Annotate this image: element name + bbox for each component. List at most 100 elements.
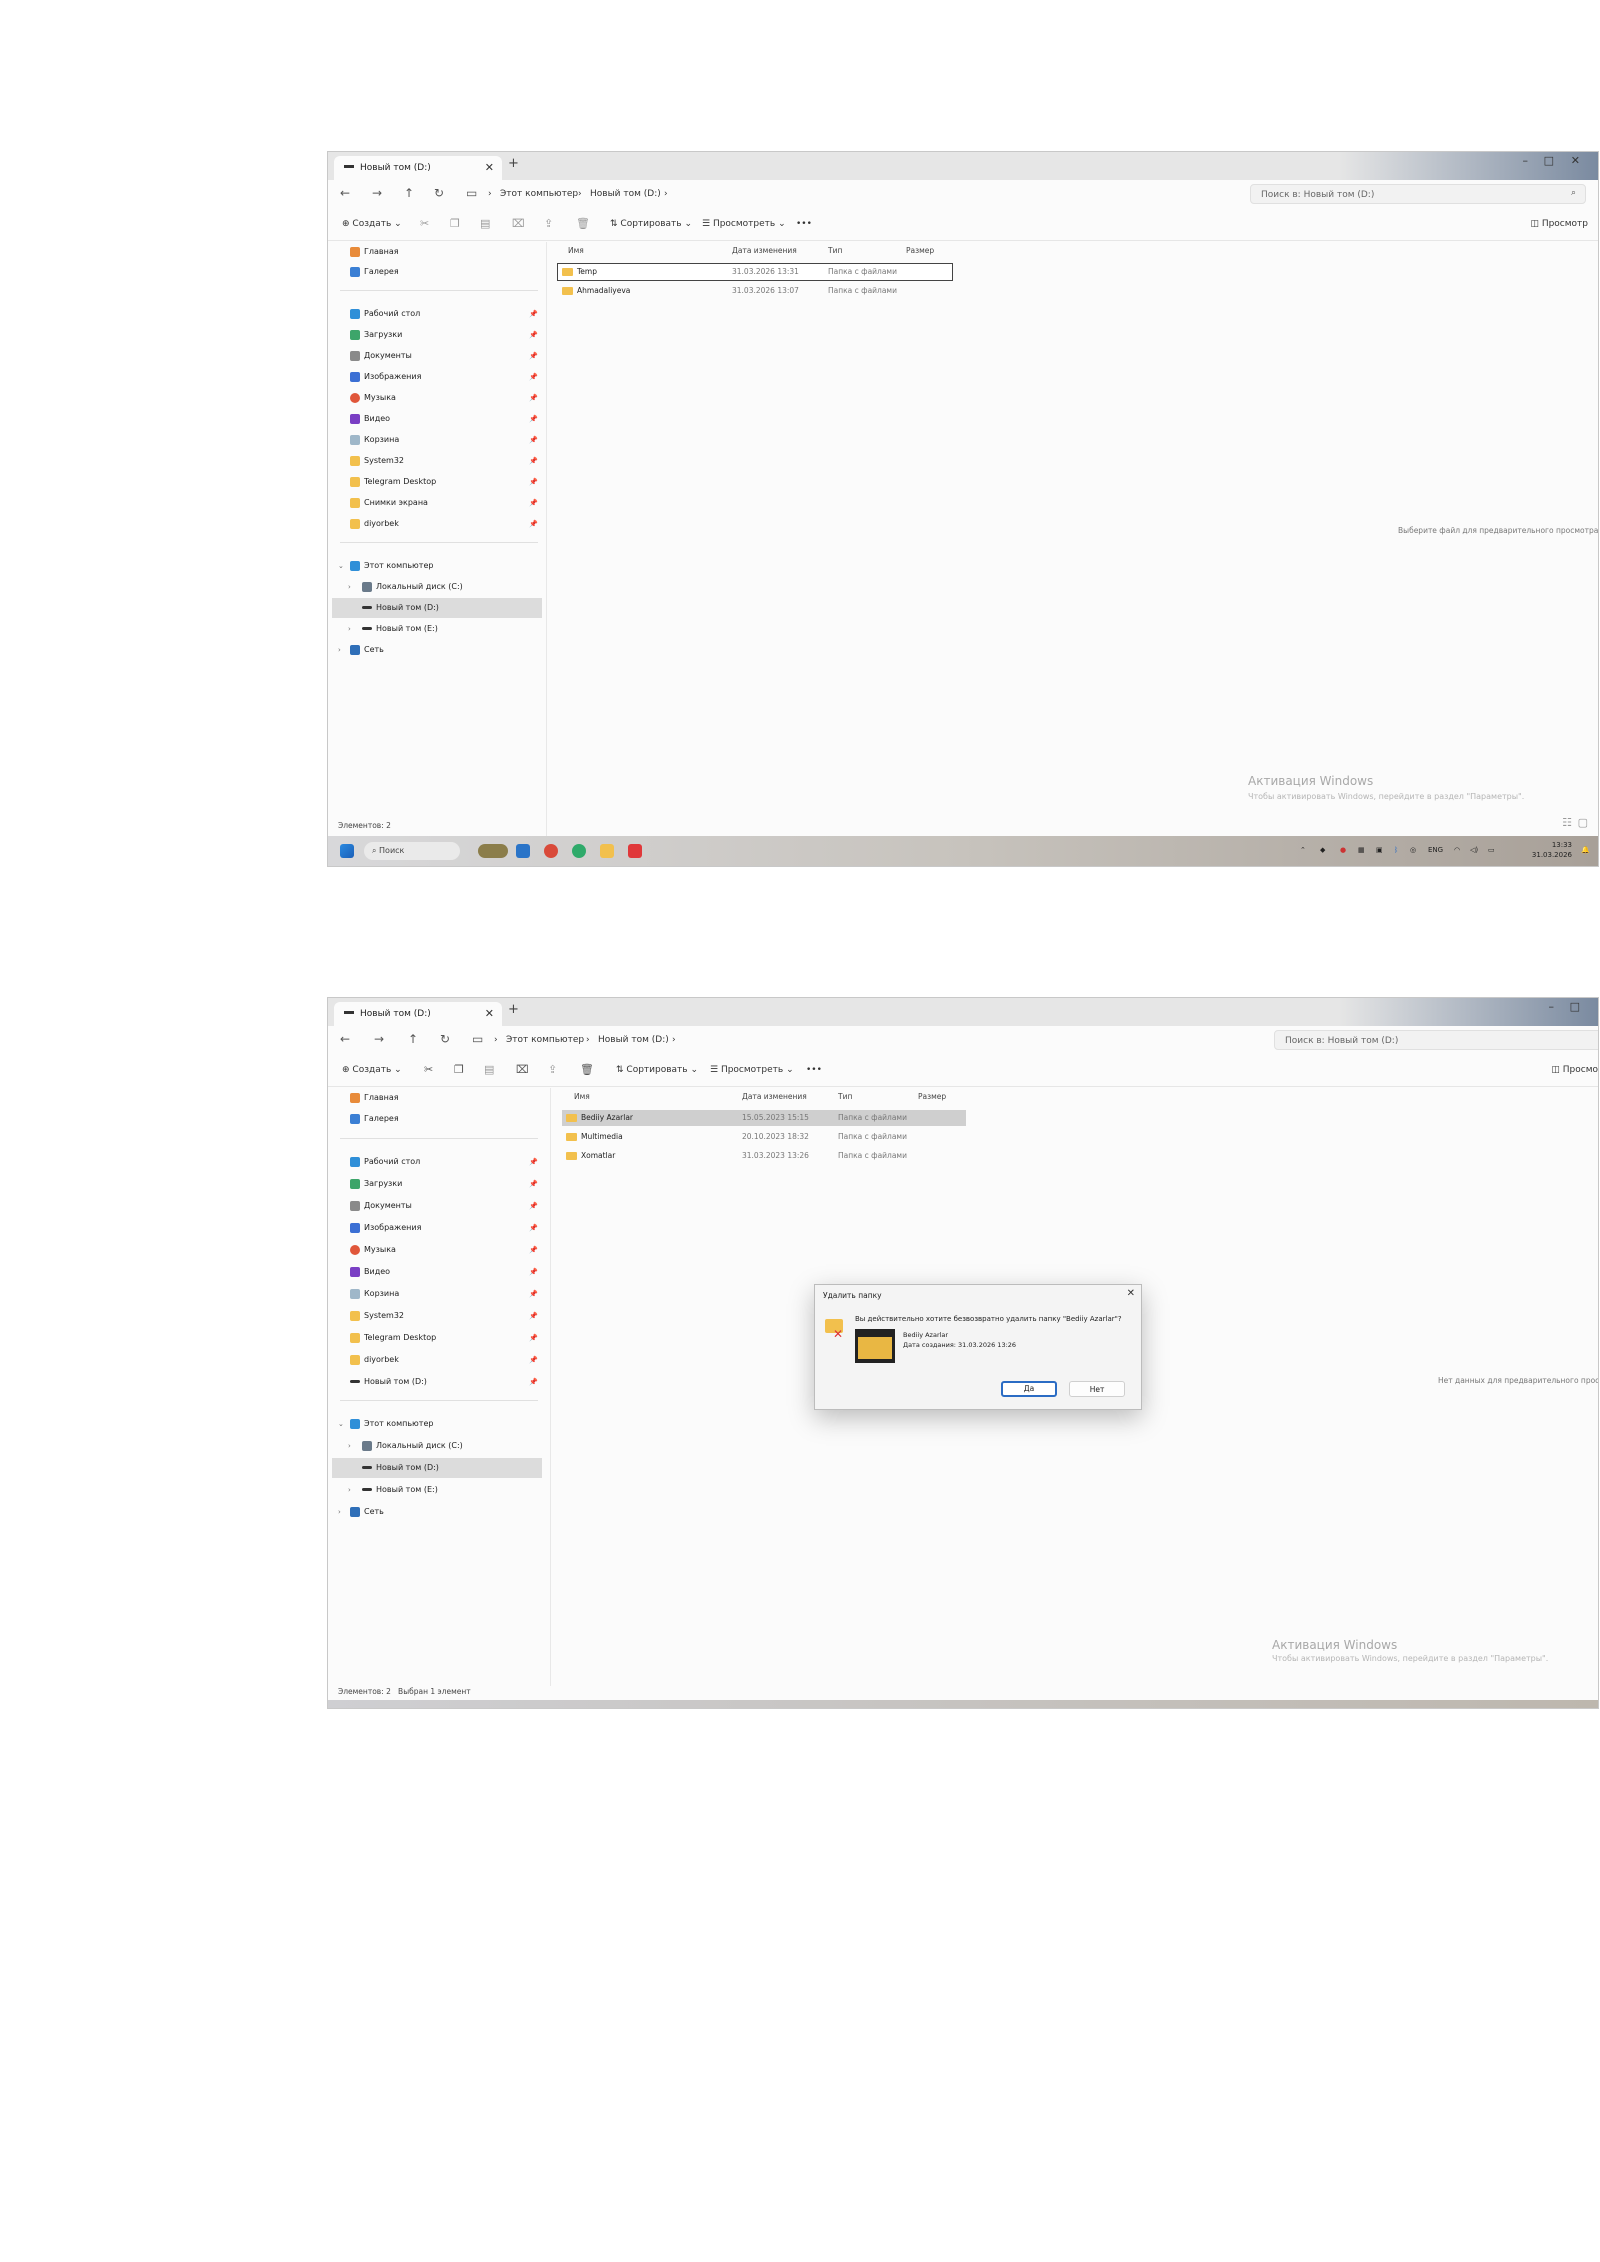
column-size[interactable]: Размер <box>906 246 934 255</box>
tab-new-volume[interactable]: Новый том (D:) ✕ <box>334 1002 502 1026</box>
vscode-icon[interactable] <box>516 844 530 858</box>
close-icon[interactable]: ✕ <box>485 156 494 180</box>
chevron-down-icon[interactable]: ⌄ <box>338 556 344 576</box>
table-row[interactable]: Bediiy Azarlar 15.05.2023 15:15 Папка с … <box>562 1110 966 1126</box>
more-button[interactable]: ••• <box>806 1065 822 1075</box>
pane-divider[interactable] <box>546 242 547 844</box>
paste-icon[interactable]: ▤ <box>480 217 490 230</box>
sidebar-item-videos[interactable]: Видео 📌 <box>332 409 542 429</box>
breadcrumb-this-pc[interactable]: Этот компьютер <box>506 1035 584 1045</box>
sidebar-item-home[interactable]: Главная <box>332 242 542 262</box>
up-icon[interactable]: ↑ <box>408 1032 418 1046</box>
search-input[interactable]: Поиск в: Новый том (D:) <box>1274 1030 1598 1050</box>
tray-app-icon[interactable]: ● <box>1340 846 1346 854</box>
create-button[interactable]: ⊕ Создать ⌄ <box>342 219 402 229</box>
sidebar-item-recycle-bin[interactable]: Корзина 📌 <box>332 1284 542 1304</box>
sidebar-item-telegram[interactable]: Telegram Desktop 📌 <box>332 1328 542 1348</box>
column-name[interactable]: Имя <box>574 1092 590 1101</box>
tray-app-icon[interactable]: ◎ <box>1410 846 1416 854</box>
sidebar-item-drive-d[interactable]: Новый том (D:) <box>332 598 542 618</box>
refresh-icon[interactable]: ↻ <box>434 186 444 200</box>
rename-icon[interactable]: ⌧ <box>516 1063 529 1076</box>
notification-icon[interactable]: 🔔 <box>1581 846 1590 854</box>
sidebar-item-diyorbek[interactable]: diyorbek 📌 <box>332 514 542 534</box>
delete-icon[interactable]: 🗑 <box>580 1063 594 1076</box>
yes-button[interactable]: Да <box>1001 1381 1057 1397</box>
breadcrumb-this-pc[interactable]: Этот компьютер <box>500 189 578 199</box>
sidebar-item-documents[interactable]: Документы 📌 <box>332 346 542 366</box>
sidebar-item-this-pc[interactable]: ⌄ Этот компьютер <box>332 556 542 576</box>
sidebar-item-home[interactable]: Главная <box>332 1088 542 1108</box>
close-window-icon[interactable]: ✕ <box>1571 154 1580 167</box>
breadcrumb-drive-d[interactable]: Новый том (D:) <box>598 1035 669 1045</box>
minimize-icon[interactable]: – <box>1523 154 1529 167</box>
clock[interactable]: 13:33 31.03.2026 <box>1532 840 1572 860</box>
create-button[interactable]: ⊕ Создать ⌄ <box>342 1065 402 1075</box>
sidebar-item-videos[interactable]: Видео 📌 <box>332 1262 542 1282</box>
back-icon[interactable]: ← <box>340 186 350 200</box>
chevron-right-icon[interactable]: › <box>348 1436 351 1456</box>
delete-icon[interactable]: 🗑 <box>576 217 590 230</box>
sidebar-item-pinned-drive-d[interactable]: Новый том (D:) 📌 <box>332 1372 542 1392</box>
cut-icon[interactable]: ✂ <box>420 217 429 230</box>
start-icon[interactable] <box>340 844 354 858</box>
edge-icon[interactable] <box>572 844 586 858</box>
column-name[interactable]: Имя <box>568 246 584 255</box>
chevron-right-icon[interactable]: › <box>348 1480 351 1500</box>
chevron-down-icon[interactable]: ⌄ <box>338 1414 344 1434</box>
breadcrumb-drive-d[interactable]: Новый том (D:) <box>590 189 661 199</box>
table-row[interactable]: Ahmadaliyeva 31.03.2026 13:07 Папка с фа… <box>558 283 952 299</box>
view-button[interactable]: ☰ Просмотреть ⌄ <box>702 219 786 229</box>
sidebar-item-telegram[interactable]: Telegram Desktop 📌 <box>332 472 542 492</box>
sidebar-item-network[interactable]: › Сеть <box>332 640 542 660</box>
pane-divider[interactable] <box>550 1088 551 1686</box>
preview-button[interactable]: ◫ Просмотр <box>1530 219 1588 229</box>
taskbar-search[interactable]: ⌕ Поиск <box>364 842 460 860</box>
refresh-icon[interactable]: ↻ <box>440 1032 450 1046</box>
sidebar-item-system32[interactable]: System32 📌 <box>332 451 542 471</box>
column-size[interactable]: Размер <box>918 1092 946 1101</box>
minimize-icon[interactable]: – <box>1549 1000 1555 1013</box>
sidebar-item-desktop[interactable]: Рабочий стол 📌 <box>332 304 542 324</box>
table-row[interactable]: Xomatlar 31.03.2023 13:26 Папка с файлам… <box>562 1148 966 1164</box>
column-date[interactable]: Дата изменения <box>732 246 797 255</box>
copy-icon[interactable]: ❐ <box>450 217 460 230</box>
new-tab-icon[interactable]: + <box>508 1002 519 1017</box>
chevron-right-icon[interactable]: › <box>348 577 351 597</box>
chevron-right-icon[interactable]: › <box>348 619 351 639</box>
column-type[interactable]: Тип <box>828 246 842 255</box>
share-icon[interactable]: ⇪ <box>544 217 553 230</box>
tiles-view-icon[interactable]: ▢ <box>1578 816 1588 829</box>
sidebar-item-music[interactable]: Музыка 📌 <box>332 1240 542 1260</box>
sidebar-item-documents[interactable]: Документы 📌 <box>332 1196 542 1216</box>
sidebar-item-diyorbek[interactable]: diyorbek 📌 <box>332 1350 542 1370</box>
sidebar-item-drive-d[interactable]: Новый том (D:) <box>332 1458 542 1478</box>
details-view-icon[interactable]: ☷ <box>1562 816 1572 829</box>
chevron-right-icon[interactable]: › <box>338 640 341 660</box>
tray-app-icon[interactable]: ▦ <box>1358 846 1365 854</box>
search-input[interactable]: Поиск в: Новый том (D:) <box>1250 184 1586 204</box>
sidebar-item-screenshots[interactable]: Снимки экрана 📌 <box>332 493 542 513</box>
sidebar-item-drive-c[interactable]: › Локальный диск (C:) <box>332 1436 542 1456</box>
sort-button[interactable]: ⇅ Сортировать ⌄ <box>610 219 692 229</box>
chrome-icon[interactable] <box>544 844 558 858</box>
tray-app-icon[interactable]: ▣ <box>1376 846 1383 854</box>
more-button[interactable]: ••• <box>796 219 812 229</box>
sidebar-item-downloads[interactable]: Загрузки 📌 <box>332 1174 542 1194</box>
sidebar-item-drive-e[interactable]: › Новый том (E:) <box>332 1480 542 1500</box>
new-tab-icon[interactable]: + <box>508 156 519 171</box>
bluetooth-icon[interactable]: ᛒ <box>1394 846 1398 854</box>
sidebar-item-music[interactable]: Музыка 📌 <box>332 388 542 408</box>
column-type[interactable]: Тип <box>838 1092 852 1101</box>
sidebar-item-pictures[interactable]: Изображения 📌 <box>332 1218 542 1238</box>
share-icon[interactable]: ⇪ <box>548 1063 557 1076</box>
battery-icon[interactable]: ▭ <box>1488 846 1495 854</box>
app-icon[interactable] <box>628 844 642 858</box>
up-icon[interactable]: ↑ <box>404 186 414 200</box>
sidebar-item-drive-c[interactable]: › Локальный диск (C:) <box>332 577 542 597</box>
sidebar-item-this-pc[interactable]: ⌄ Этот компьютер <box>332 1414 542 1434</box>
sidebar-item-drive-e[interactable]: › Новый том (E:) <box>332 619 542 639</box>
table-row[interactable]: Multimedia 20.10.2023 18:32 Папка с файл… <box>562 1129 966 1145</box>
widgets-icon[interactable] <box>478 844 508 858</box>
cut-icon[interactable]: ✂ <box>424 1063 433 1076</box>
